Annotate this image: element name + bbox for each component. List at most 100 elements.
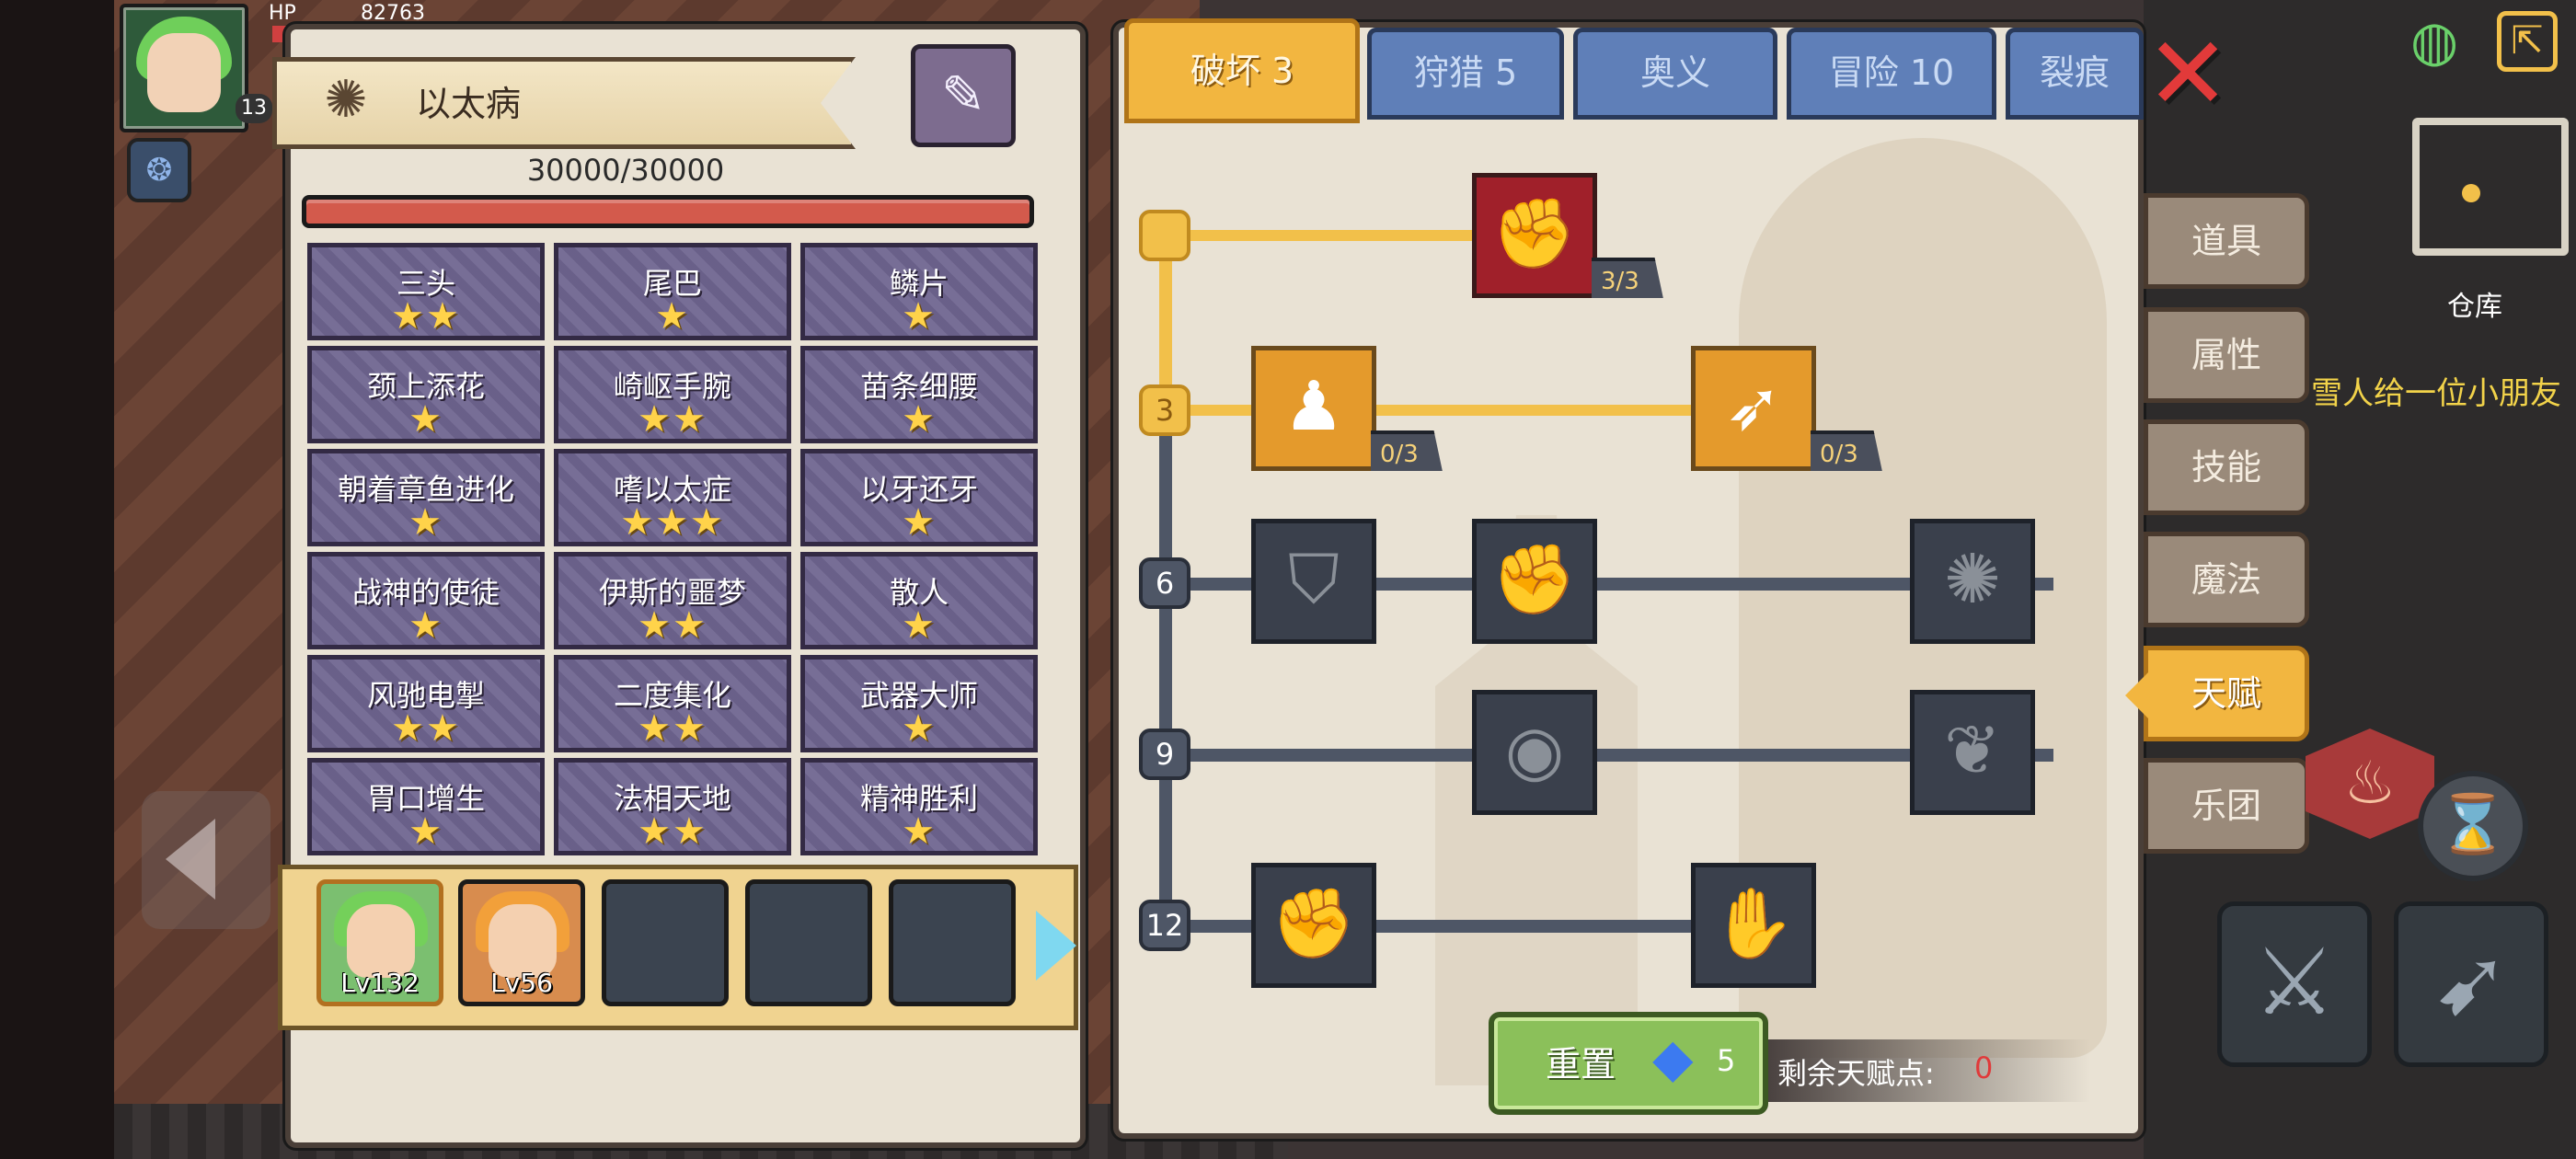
minimap[interactable] (2412, 118, 2569, 256)
tier-6-label: 6 (1139, 557, 1190, 609)
trait-card[interactable]: 伊斯的噩梦 ★★ (554, 552, 791, 649)
reset-gem-cost: 5 (1717, 1043, 1736, 1078)
minimap-player-dot (2462, 184, 2480, 202)
member-face (489, 904, 557, 978)
trait-card[interactable]: 法相天地 ★★ (554, 758, 791, 855)
trait-stars: ★ (902, 604, 937, 647)
trait-stars: ★ (408, 604, 443, 647)
close-icon[interactable]: ✕ (2145, 23, 2230, 124)
trait-card[interactable]: 苗条细腰 ★ (800, 346, 1038, 443)
trait-stars: ★ (408, 398, 443, 441)
tier-3-label: 3 (1139, 384, 1190, 436)
trait-stars: ★★ (391, 295, 461, 338)
trait-stars: ★★ (638, 810, 707, 853)
party-member-slot[interactable]: Lv56 (458, 879, 585, 1006)
trait-stars: ★★ (638, 707, 707, 750)
party-empty-slot[interactable] (889, 879, 1016, 1006)
party-member-slot[interactable]: Lv132 (316, 879, 443, 1006)
hp-label: HP (269, 2, 296, 25)
side-menu-item[interactable]: 道具 (2144, 193, 2309, 289)
trait-card[interactable]: 风驰电掣 ★★ (307, 655, 545, 752)
trait-stars: ★ (902, 810, 937, 853)
ether-swirl-icon: ✺ (324, 70, 368, 130)
arm-wrestle-icon[interactable]: ✊ (1472, 173, 1597, 298)
branch-row1 (1161, 230, 1483, 241)
tree-root-node (1139, 210, 1190, 261)
party-empty-slot[interactable] (745, 879, 872, 1006)
bow-icon[interactable]: ➹ (2394, 901, 2548, 1067)
trait-card[interactable]: 尾巴 ★ (554, 243, 791, 340)
side-menu-item[interactable]: 魔法 (2144, 532, 2309, 627)
bat-icon[interactable]: ❦ (1910, 690, 2035, 815)
party-empty-slot[interactable] (602, 879, 729, 1006)
arrow-icon[interactable]: ➶ (1691, 346, 1816, 471)
grip-icon[interactable]: ✋ (1691, 863, 1816, 988)
fist-icon[interactable]: ✊ (1251, 863, 1376, 988)
hourglass-icon[interactable]: ⌛ (2418, 771, 2528, 881)
trait-card[interactable]: 精神胜利 ★ (800, 758, 1038, 855)
shield-break-icon[interactable]: ⛉ (1251, 519, 1376, 644)
punch-icon[interactable]: ✊ (1472, 519, 1597, 644)
trait-card[interactable]: 散人 ★ (800, 552, 1038, 649)
trait-card[interactable]: 二度集化 ★★ (554, 655, 791, 752)
hp-value: 82763 (361, 2, 425, 25)
talent-tab[interactable]: 破坏 3 (1124, 18, 1360, 123)
dpad-left-icon[interactable] (166, 819, 215, 900)
trait-stars: ★ (902, 398, 937, 441)
sword-icon[interactable]: ⚔ (2217, 901, 2372, 1067)
gem-icon: ◆ (1652, 1027, 1694, 1089)
member-level: Lv56 (490, 968, 553, 998)
member-face (347, 904, 415, 978)
arrow-shot-count: 0/3 (1811, 430, 1882, 471)
strength-body-count: 0/3 (1371, 430, 1443, 471)
trait-card[interactable]: 崎岖手腕 ★★ (554, 346, 791, 443)
trait-stars: ★★ (638, 604, 707, 647)
affliction-title: 以太病 (416, 84, 522, 124)
talent-tab[interactable]: 奥义 (1573, 28, 1777, 120)
syringe-icon[interactable]: ✎ (911, 44, 1016, 147)
side-menu-item[interactable]: 技能 (2144, 419, 2309, 515)
trait-card[interactable]: 朝着章鱼进化 ★ (307, 449, 545, 546)
warehouse-label[interactable]: 仓库 (2447, 283, 2502, 324)
player-level-tag: 13 (236, 94, 272, 123)
trait-card[interactable]: 鳞片 ★ (800, 243, 1038, 340)
trait-card[interactable]: 以牙还牙 ★ (800, 449, 1038, 546)
tier-9-label: 9 (1139, 729, 1190, 780)
side-menu-item[interactable]: 属性 (2144, 307, 2309, 403)
trait-stars: ★ (902, 295, 937, 338)
scrolling-message: 雪人给一位小朋友 (2311, 375, 2561, 412)
trait-card[interactable]: 颈上添花 ★ (307, 346, 545, 443)
remaining-points-value: 0 (1974, 1050, 1994, 1085)
trait-card[interactable]: 三头 ★★ (307, 243, 545, 340)
reset-label: 重置 (1546, 1044, 1616, 1084)
talent-tab[interactable]: 裂痕 (2006, 28, 2144, 120)
exit-icon[interactable]: ⇱ (2497, 11, 2558, 72)
muscle-body-icon[interactable]: ♟ (1251, 346, 1376, 471)
side-menu-item[interactable]: 乐团 (2144, 758, 2309, 854)
talent-tab[interactable]: 狩猎 5 (1367, 28, 1564, 120)
trait-stars: ★★★ (620, 501, 725, 544)
trait-stars: ★ (408, 810, 443, 853)
side-menu-item[interactable]: 天赋 (2144, 646, 2309, 741)
network-icon[interactable]: ◍ (2410, 9, 2458, 74)
trait-stars: ★★ (391, 707, 461, 750)
trait-card[interactable]: 嗜以太症 ★★★ (554, 449, 791, 546)
trait-card[interactable]: 武器大师 ★ (800, 655, 1038, 752)
skill-buff-icon[interactable]: ❂ (127, 138, 191, 202)
party-next-arrow-icon[interactable] (1036, 911, 1076, 981)
branch-row2 (1161, 405, 1741, 416)
trait-stars: ★ (655, 295, 690, 338)
splash-icon[interactable]: ✺ (1910, 519, 2035, 644)
remaining-points-label: 剩余天赋点: (1777, 1056, 1935, 1091)
side-menu-active-arrow-icon (2125, 671, 2149, 719)
tier-12-label: 12 (1139, 900, 1190, 951)
affliction-hp-text: 30000/30000 (526, 153, 725, 188)
trait-card[interactable]: 战神的使徒 ★ (307, 552, 545, 649)
player-avatar[interactable] (120, 4, 248, 132)
talent-tab[interactable]: 冒险 10 (1787, 28, 1996, 120)
ripple-icon[interactable]: ◉ (1472, 690, 1597, 815)
trait-stars: ★ (408, 501, 443, 544)
trait-card[interactable]: 胃口增生 ★ (307, 758, 545, 855)
trait-stars: ★★ (638, 398, 707, 441)
arm-wrestle-count: 3/3 (1592, 258, 1663, 298)
